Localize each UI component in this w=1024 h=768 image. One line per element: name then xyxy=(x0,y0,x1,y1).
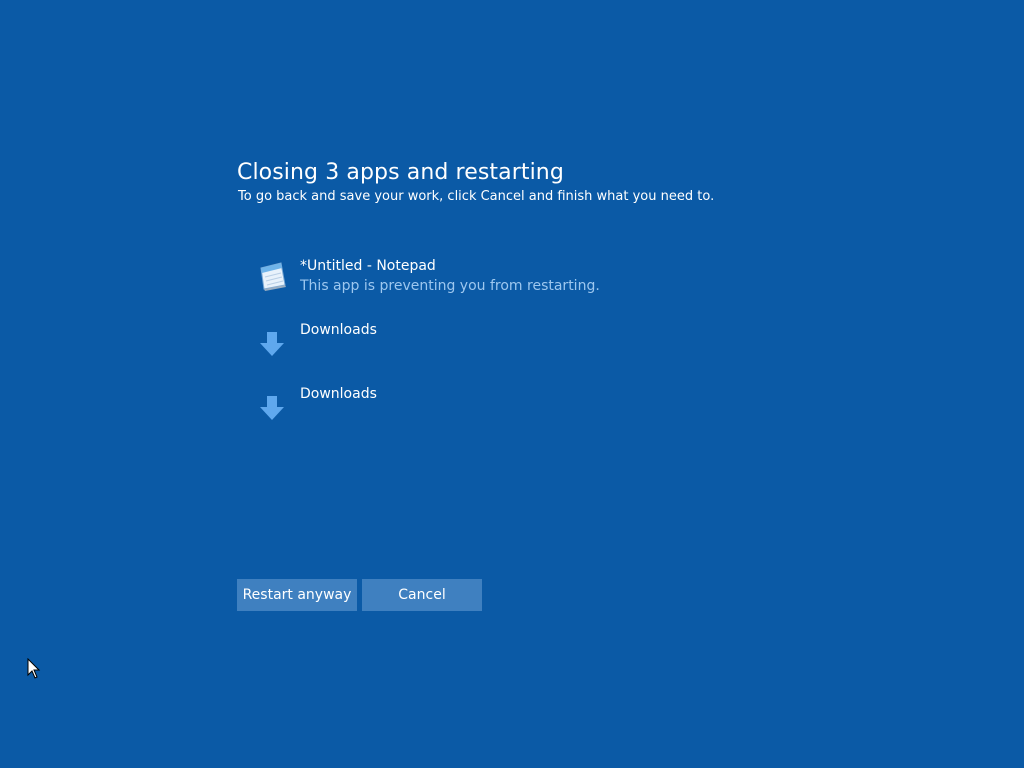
app-list: *Untitled - Notepad This app is preventi… xyxy=(255,254,775,446)
mouse-pointer-icon xyxy=(27,657,41,680)
app-text: Downloads xyxy=(300,384,377,404)
close-apps-dialog: Closing 3 apps and restarting To go back… xyxy=(237,158,797,611)
app-name: Downloads xyxy=(300,322,377,338)
app-text: Downloads xyxy=(300,320,377,340)
restart-screen: Closing 3 apps and restarting To go back… xyxy=(0,0,1024,768)
list-item: Downloads xyxy=(255,318,775,382)
app-name: Downloads xyxy=(300,386,377,402)
dialog-subtitle: To go back and save your work, click Can… xyxy=(238,189,715,204)
list-item: Downloads xyxy=(255,382,775,446)
download-arrow-icon xyxy=(257,330,287,360)
dialog-title: Closing 3 apps and restarting xyxy=(237,160,564,185)
restart-anyway-button[interactable]: Restart anyway xyxy=(237,579,357,611)
app-status: This app is preventing you from restarti… xyxy=(300,278,600,294)
app-name: *Untitled - Notepad xyxy=(300,258,436,274)
list-item: *Untitled - Notepad This app is preventi… xyxy=(255,254,775,318)
cancel-button[interactable]: Cancel xyxy=(362,579,482,611)
download-arrow-icon xyxy=(257,394,287,424)
app-text: *Untitled - Notepad This app is preventi… xyxy=(300,256,600,296)
notepad-icon xyxy=(255,258,289,292)
